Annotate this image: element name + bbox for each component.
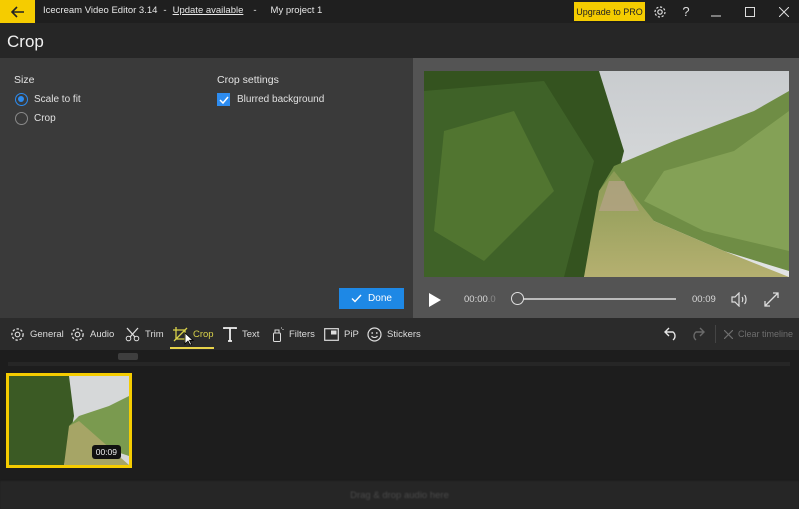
- maximize-icon: [745, 6, 755, 17]
- done-label: Done: [368, 293, 392, 304]
- tool-text-label: Text: [242, 328, 260, 340]
- clear-timeline-button[interactable]: Clear timeline: [724, 329, 793, 339]
- close-window-button[interactable]: [774, 2, 794, 21]
- timeline-clip[interactable]: 00:09: [6, 373, 132, 468]
- done-button[interactable]: Done: [339, 288, 404, 309]
- timeline-ruler: [8, 362, 790, 366]
- volume-icon: [731, 291, 747, 308]
- tool-stickers[interactable]: Stickers: [367, 324, 421, 344]
- volume-button[interactable]: [731, 291, 749, 312]
- app-name: Icecream Video Editor 3.14: [43, 5, 158, 16]
- close-icon: [724, 329, 733, 339]
- spray-bottle-icon: [273, 327, 284, 342]
- clip-duration: 00:09: [91, 445, 121, 459]
- duration: 00:09: [692, 294, 716, 305]
- redo-button[interactable]: [690, 327, 705, 346]
- minimize-icon: [711, 15, 721, 16]
- gear-icon: [71, 327, 84, 341]
- current-time-fraction: .0: [487, 294, 496, 305]
- settings-button[interactable]: [650, 2, 670, 21]
- gear-icon: [11, 327, 24, 341]
- undo-button[interactable]: [664, 327, 679, 346]
- seek-bar[interactable]: [518, 298, 676, 300]
- fullscreen-icon: [764, 292, 779, 307]
- active-tool-indicator: [170, 347, 214, 349]
- play-icon: [429, 293, 441, 307]
- crop-settings-section-label: Crop settings: [217, 74, 279, 86]
- page-title: Crop: [7, 32, 44, 51]
- back-button[interactable]: [0, 0, 35, 23]
- blurred-background-checkbox[interactable]: [217, 93, 230, 106]
- tool-general[interactable]: General: [10, 324, 64, 344]
- tool-stickers-label: Stickers: [387, 328, 421, 340]
- crop-option-label[interactable]: Crop: [34, 113, 56, 124]
- play-button[interactable]: [428, 292, 442, 308]
- pip-icon: [324, 327, 339, 341]
- tool-trim[interactable]: Trim: [125, 324, 164, 344]
- title-bar: Icecream Video Editor 3.14- Update availa…: [0, 0, 799, 23]
- video-frame-image: [424, 71, 789, 277]
- tool-filters[interactable]: Filters: [272, 324, 315, 344]
- title-separator: -: [163, 5, 167, 16]
- minimize-button[interactable]: [706, 2, 726, 21]
- video-preview[interactable]: [424, 71, 789, 277]
- help-button[interactable]: ?: [676, 2, 696, 21]
- title-separator: -: [253, 5, 257, 16]
- tool-filters-label: Filters: [289, 328, 315, 340]
- tool-trim-label: Trim: [145, 328, 164, 340]
- tool-text[interactable]: Text: [223, 324, 259, 344]
- maximize-button[interactable]: [740, 2, 760, 21]
- clear-timeline-label: Clear timeline: [738, 329, 794, 339]
- redo-icon: [693, 327, 705, 341]
- current-time: 00:00.0: [464, 294, 496, 305]
- fullscreen-button[interactable]: [764, 292, 779, 312]
- smiley-icon: [367, 326, 382, 342]
- seek-handle[interactable]: [511, 292, 524, 305]
- mouse-cursor-icon: [184, 332, 194, 346]
- undo-icon: [664, 327, 676, 341]
- tool-audio-label: Audio: [90, 328, 115, 340]
- project-name: My project 1: [270, 5, 323, 16]
- size-section-label: Size: [14, 74, 35, 86]
- tool-pip[interactable]: PiP: [324, 324, 359, 344]
- tool-audio[interactable]: Audio: [70, 324, 114, 344]
- blurred-background-label[interactable]: Blurred background: [237, 94, 324, 105]
- gear-icon: [654, 5, 666, 18]
- checkmark-icon: [351, 294, 362, 303]
- back-arrow-icon: [10, 5, 24, 18]
- window-title: Icecream Video Editor 3.14- Update availa…: [43, 5, 322, 16]
- crop-radio[interactable]: [15, 112, 28, 125]
- current-time-value: 00:00: [464, 294, 488, 305]
- scale-to-fit-radio[interactable]: [15, 93, 28, 106]
- page-header: Crop: [0, 23, 799, 58]
- toolbar-divider: [715, 325, 716, 343]
- checkmark-icon: [218, 96, 229, 104]
- upgrade-to-pro-button[interactable]: Upgrade to PRO: [574, 2, 645, 21]
- help-icon: ?: [682, 4, 690, 19]
- audio-drop-zone[interactable]: Drag & drop audio here: [0, 481, 799, 509]
- text-icon: [223, 326, 237, 342]
- scale-to-fit-label[interactable]: Scale to fit: [34, 94, 81, 105]
- scissors-icon: [125, 327, 140, 341]
- close-icon: [779, 6, 789, 17]
- tool-general-label: General: [30, 328, 64, 340]
- update-available-link[interactable]: Update available: [173, 5, 244, 16]
- tool-pip-label: PiP: [344, 328, 359, 340]
- timeline-zoom-handle[interactable]: [118, 353, 138, 360]
- tool-crop-label: Crop: [193, 328, 214, 340]
